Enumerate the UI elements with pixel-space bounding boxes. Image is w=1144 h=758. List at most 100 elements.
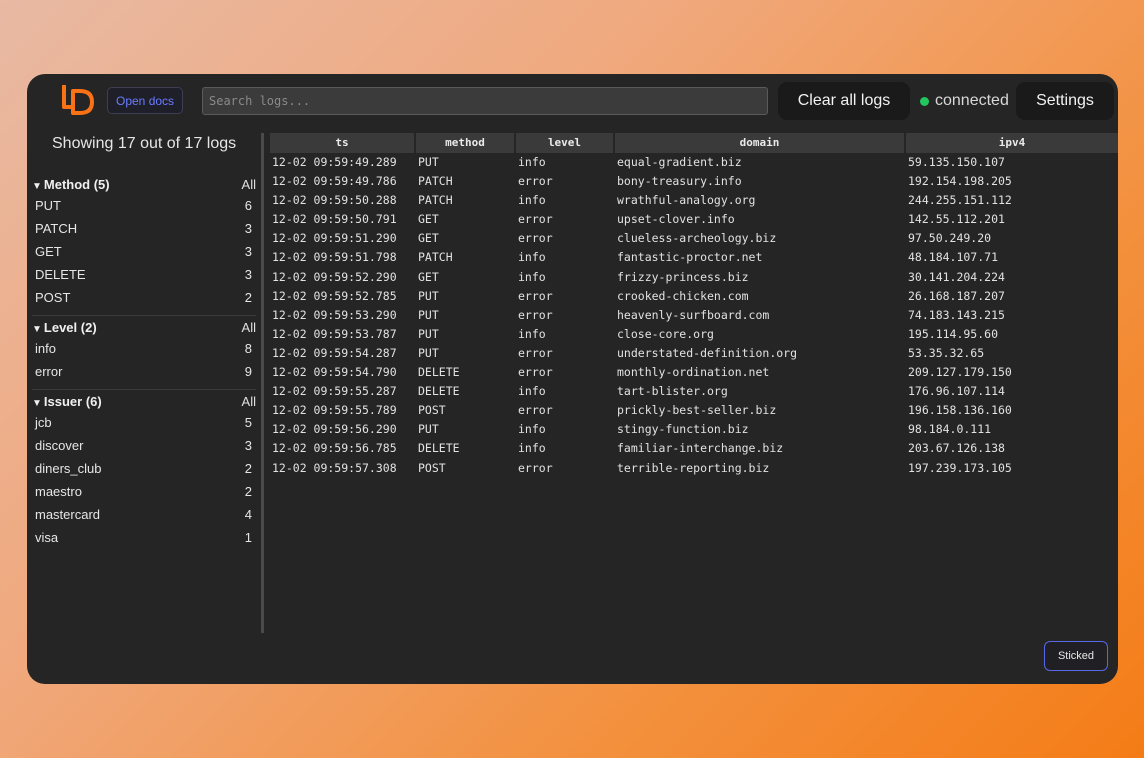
app-window: Open docs Clear all logs connected Setti… bbox=[27, 74, 1118, 684]
table-row[interactable]: 12-02 09:59:50.288 PATCH info wrathful-anal… bbox=[270, 191, 1118, 210]
cell-ipv4: 176.96.107.114 bbox=[908, 384, 1005, 399]
filter-item-discover[interactable]: discover 3 bbox=[32, 434, 256, 457]
cell-domain: crooked-chicken.com bbox=[617, 288, 749, 303]
settings-button[interactable]: Settings bbox=[1016, 82, 1114, 120]
cell-level: info bbox=[518, 269, 546, 284]
cell-ts: 12-02 09:59:55.789 bbox=[272, 403, 397, 418]
cell-ipv4: 74.183.143.215 bbox=[908, 307, 1005, 322]
table-row[interactable]: 12-02 09:59:49.786 PATCH error bony-treasur… bbox=[270, 172, 1118, 191]
cell-ipv4: 53.35.32.65 bbox=[908, 345, 985, 360]
filter-item-label: diners_club bbox=[35, 461, 102, 476]
filter-item-maestro[interactable]: maestro 2 bbox=[32, 480, 256, 503]
table-row[interactable]: 12-02 09:59:49.289 PUT info equal-gradient.… bbox=[270, 153, 1118, 172]
clear-all-logs-button[interactable]: Clear all logs bbox=[778, 82, 910, 120]
cell-domain: frizzy-princess.biz bbox=[617, 269, 749, 284]
sticked-toggle-button[interactable]: Sticked bbox=[1044, 641, 1108, 671]
cell-method: DELETE bbox=[418, 365, 460, 380]
caret-down-icon: ▼ bbox=[32, 324, 42, 335]
filter-group-header[interactable]: ▼ Level (2) All bbox=[32, 320, 256, 337]
table-row[interactable]: 12-02 09:59:54.790 DELETE error monthly-ord… bbox=[270, 363, 1118, 382]
cell-method: PATCH bbox=[418, 250, 453, 265]
cell-ipv4: 26.168.187.207 bbox=[908, 288, 1005, 303]
filter-item-jcb[interactable]: jcb 5 bbox=[32, 411, 256, 434]
table-row[interactable]: 12-02 09:59:53.290 PUT error heavenly-surfb… bbox=[270, 306, 1118, 325]
filter-item-label: PATCH bbox=[35, 221, 78, 236]
filter-all-link[interactable]: All bbox=[242, 320, 256, 335]
cell-domain: close-core.org bbox=[617, 326, 714, 341]
cell-domain: terrible-reporting.biz bbox=[617, 460, 770, 475]
filter-item-label: DELETE bbox=[35, 267, 86, 282]
cell-ts: 12-02 09:59:55.287 bbox=[272, 384, 397, 399]
filter-item-count: 3 bbox=[244, 438, 252, 453]
cell-ipv4: 48.184.107.71 bbox=[908, 250, 999, 265]
cell-domain: understated-definition.org bbox=[617, 345, 798, 360]
cell-ipv4: 197.239.173.105 bbox=[908, 460, 1012, 475]
filter-group-method: ▼ Method (5) All PUT 6 PATCH 3 GET 3 DELETE 3… bbox=[32, 177, 256, 316]
column-header-domain[interactable]: domain bbox=[615, 133, 906, 153]
cell-method: POST bbox=[418, 403, 446, 418]
cell-method: PUT bbox=[418, 288, 439, 303]
cell-domain: clueless-archeology.biz bbox=[617, 231, 777, 246]
filter-group-title[interactable]: ▼ Level (2) bbox=[32, 320, 97, 335]
log-count-summary: Showing 17 out of 17 logs bbox=[52, 135, 237, 152]
cell-domain: stingy-function.biz bbox=[617, 422, 749, 437]
filter-item-count: 5 bbox=[244, 415, 252, 430]
cell-ipv4: 209.127.179.150 bbox=[908, 365, 1012, 380]
table-row[interactable]: 12-02 09:59:50.791 GET error upset-clover.i… bbox=[270, 210, 1118, 229]
cell-domain: prickly-best-seller.biz bbox=[617, 403, 777, 418]
status-label: connected bbox=[935, 92, 1009, 109]
filter-item-put[interactable]: PUT 6 bbox=[32, 194, 256, 217]
table-row[interactable]: 12-02 09:59:56.290 PUT info stingy-function… bbox=[270, 420, 1118, 439]
cell-level: error bbox=[518, 365, 553, 380]
filter-item-count: 1 bbox=[244, 530, 252, 545]
cell-level: error bbox=[518, 212, 553, 227]
cell-ts: 12-02 09:59:57.308 bbox=[272, 460, 397, 475]
cell-domain: bony-treasury.info bbox=[617, 174, 742, 189]
table-row[interactable]: 12-02 09:59:51.290 GET error clueless-arche… bbox=[270, 229, 1118, 248]
filter-group-title[interactable]: ▼ Issuer (6) bbox=[32, 394, 102, 409]
table-row[interactable]: 12-02 09:59:56.785 DELETE info familiar-int… bbox=[270, 439, 1118, 458]
table-row[interactable]: 12-02 09:59:52.785 PUT error crooked-chicke… bbox=[270, 287, 1118, 306]
table-header: ts method level domain ipv4 bbox=[270, 133, 1118, 153]
table-row[interactable]: 12-02 09:59:51.798 PATCH info fantastic-pro… bbox=[270, 248, 1118, 267]
filter-item-count: 2 bbox=[244, 461, 252, 476]
table-row[interactable]: 12-02 09:59:53.787 PUT info close-core.org 1… bbox=[270, 325, 1118, 344]
cell-ipv4: 142.55.112.201 bbox=[908, 212, 1005, 227]
filter-group-header[interactable]: ▼ Method (5) All bbox=[32, 177, 256, 194]
filter-item-get[interactable]: GET 3 bbox=[32, 240, 256, 263]
column-header-ts[interactable]: ts bbox=[270, 133, 416, 153]
cell-ts: 12-02 09:59:49.289 bbox=[272, 155, 397, 169]
table-row[interactable]: 12-02 09:59:52.290 GET info frizzy-princess… bbox=[270, 268, 1118, 287]
filter-group-title[interactable]: ▼ Method (5) bbox=[32, 177, 110, 192]
cell-method: GET bbox=[418, 212, 439, 227]
search-input[interactable] bbox=[202, 87, 768, 115]
filter-item-visa[interactable]: visa 1 bbox=[32, 526, 256, 549]
filter-item-post[interactable]: POST 2 bbox=[32, 286, 256, 309]
column-header-level[interactable]: level bbox=[516, 133, 615, 153]
table-row[interactable]: 12-02 09:59:57.308 POST error terrible-repo… bbox=[270, 459, 1118, 478]
open-docs-button[interactable]: Open docs bbox=[107, 87, 184, 114]
filter-item-count: 4 bbox=[244, 507, 252, 522]
table-row[interactable]: 12-02 09:59:55.287 DELETE info tart-blister… bbox=[270, 382, 1118, 401]
panel-resize-handle[interactable] bbox=[261, 133, 264, 633]
filter-item-error[interactable]: error 9 bbox=[32, 360, 256, 383]
filter-item-patch[interactable]: PATCH 3 bbox=[32, 217, 256, 240]
filter-item-delete[interactable]: DELETE 3 bbox=[32, 263, 256, 286]
column-header-ipv4[interactable]: ipv4 bbox=[906, 133, 1118, 153]
filter-item-info[interactable]: info 8 bbox=[32, 337, 256, 360]
table-row[interactable]: 12-02 09:59:55.789 POST error prickly-best-… bbox=[270, 401, 1118, 420]
filter-all-link[interactable]: All bbox=[242, 177, 256, 192]
column-header-method[interactable]: method bbox=[416, 133, 516, 153]
table-body: 12-02 09:59:49.289 PUT info equal-gradient.… bbox=[270, 153, 1118, 478]
cell-level: info bbox=[518, 384, 546, 399]
table-row[interactable]: 12-02 09:59:54.287 PUT error understated-de… bbox=[270, 344, 1118, 363]
cell-method: PATCH bbox=[418, 174, 453, 189]
filter-group-header[interactable]: ▼ Issuer (6) All bbox=[32, 394, 256, 411]
filter-group-level: ▼ Level (2) All info 8 error 9 bbox=[32, 320, 256, 390]
cell-method: POST bbox=[418, 460, 446, 475]
filter-item-mastercard[interactable]: mastercard 4 bbox=[32, 503, 256, 526]
filter-item-count: 9 bbox=[244, 364, 252, 379]
cell-ipv4: 192.154.198.205 bbox=[908, 174, 1012, 189]
filter-all-link[interactable]: All bbox=[242, 394, 256, 409]
filter-item-diners-club[interactable]: diners_club 2 bbox=[32, 457, 256, 480]
